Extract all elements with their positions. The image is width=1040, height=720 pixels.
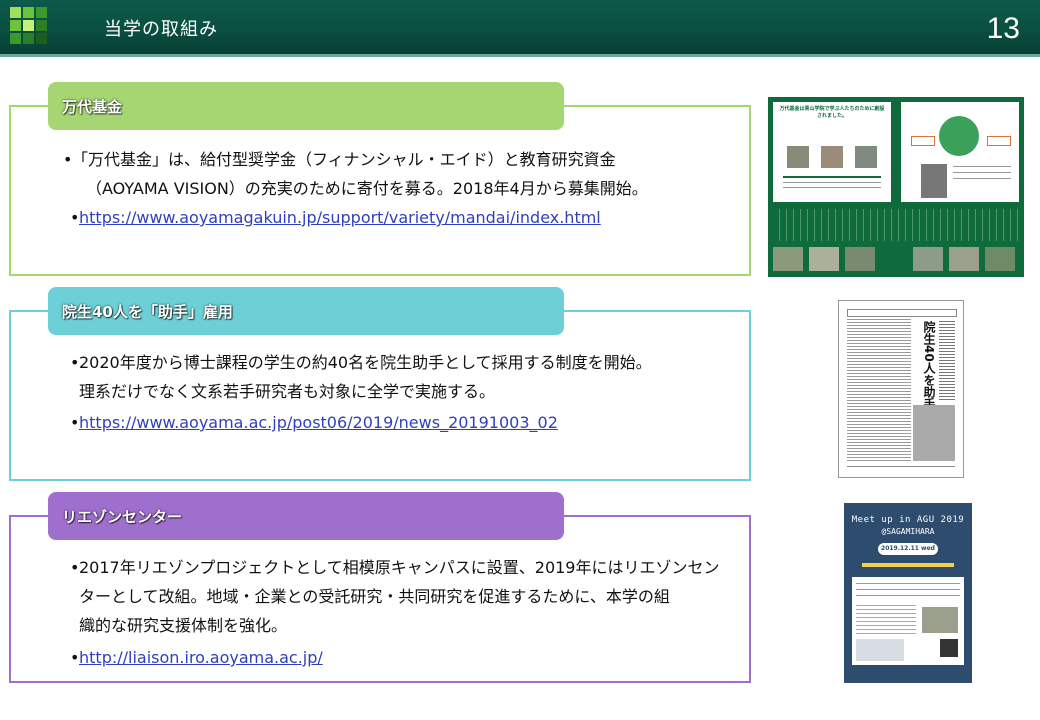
section-liaison-bullet-1: • 2017年リエゾンプロジェクトとして相模原キャンパスに設置、2019年にはリ… — [70, 553, 739, 640]
brochure-timeline — [773, 209, 1019, 241]
text-line: 2017年リエゾンプロジェクトとして相模原キャンパスに設置、2019年にはリエゾ… — [79, 558, 720, 577]
liaison-link[interactable]: http://liaison.iro.aoyama.ac.jp/ — [79, 648, 323, 667]
text-line: 2020年度から博士課程の学生の約40名を院生助手として採用する制度を開始。 — [79, 353, 652, 372]
text-line: 「万代基金」は、給付型奨学金（フィナンシャル・エイド）と教育研究資金 — [72, 150, 616, 169]
brochure-photo-strip — [773, 247, 1019, 271]
section-mandai-bullet-2: • https://www.aoyamagakuin.jp/support/va… — [70, 203, 739, 232]
logo-grid-icon — [10, 7, 48, 45]
section-mandai-title: 万代基金 — [62, 97, 123, 116]
poster-subtitle: @SAGAMIHARA — [881, 527, 935, 536]
poster-title: Meet up in AGU 2019 — [851, 515, 965, 525]
section-liaison-bullet-2: • http://liaison.iro.aoyama.ac.jp/ — [70, 643, 739, 672]
section-assistant-bullet-1: • 2020年度から博士課程の学生の約40名を院生助手として採用する制度を開始。… — [70, 348, 739, 406]
mandai-brochure-image: 万代基金は青山学院で学ぶ人たちのために創設されました。 — [768, 97, 1024, 277]
meetup-poster-image: Meet up in AGU 2019 @SAGAMIHARA 2019.12.… — [844, 503, 972, 683]
bullet-dot-icon: • — [70, 558, 80, 577]
text-line: 織的な研究支援体制を強化。 — [79, 616, 288, 635]
text-line: （AOYAMA VISION）の充実のために寄付を募る。2018年4月から募集開… — [86, 179, 648, 198]
poster-date: 2019.12.11 wed — [878, 543, 938, 555]
slide-header: 当学の取組み 13 — [0, 0, 1040, 57]
bullet-dot-icon: • — [70, 648, 80, 667]
brochure-right-page — [901, 102, 1019, 202]
section-mandai-tab: 万代基金 — [48, 82, 564, 130]
section-assistant-tab: 院生40人を「助手」雇用 — [48, 287, 564, 335]
page-title: 当学の取組み — [104, 19, 218, 40]
bullet-dot-icon: • — [70, 413, 80, 432]
newspaper-clipping-image: 院生40人を助手に雇用 — [838, 300, 964, 478]
brochure-left-page: 万代基金は青山学院で学ぶ人たちのために創設されました。 — [773, 102, 891, 202]
bullet-dot-icon: • — [70, 353, 80, 372]
brochure-title: 万代基金は青山学院で学ぶ人たちのために創設されました。 — [779, 106, 885, 119]
section-assistant-title: 院生40人を「助手」雇用 — [62, 302, 233, 321]
section-assistant-bullet-2: • https://www.aoyama.ac.jp/post06/2019/n… — [70, 408, 739, 437]
bullet-dot-icon: • — [70, 208, 80, 227]
section-mandai-bullet-1: • 「万代基金」は、給付型奨学金（フィナンシャル・エイド）と教育研究資金 （AO… — [63, 145, 732, 203]
section-liaison-tab: リエゾンセンター — [48, 492, 564, 540]
text-line: 理系だけでなく文系若手研究者も対象に全学で実施する。 — [79, 382, 496, 401]
text-line: ターとして改組。地域・企業との受託研究・共同研究を促進するために、本学の組 — [79, 587, 670, 606]
bullet-dot-icon: • — [63, 150, 73, 169]
page-number: 13 — [986, 12, 1020, 45]
section-liaison-title: リエゾンセンター — [62, 507, 183, 526]
assistant-link[interactable]: https://www.aoyama.ac.jp/post06/2019/new… — [79, 413, 558, 432]
mandai-link[interactable]: https://www.aoyamagakuin.jp/support/vari… — [79, 208, 601, 227]
